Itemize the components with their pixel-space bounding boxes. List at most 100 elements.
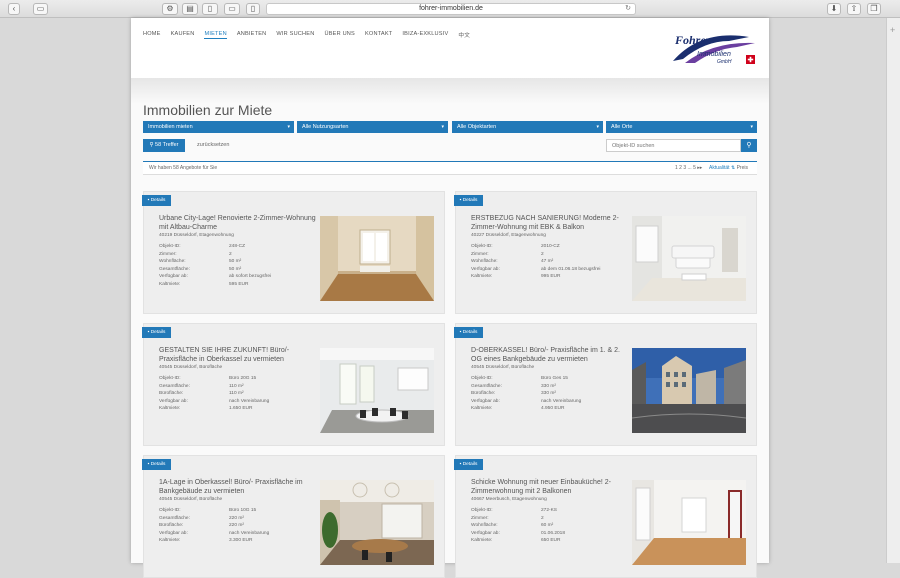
fact-row: Bürofläche: 220 m² <box>159 522 319 530</box>
nav-wir-suchen[interactable]: WIR SUCHEN <box>276 31 314 39</box>
listing-title[interactable]: Schicke Wohnung mit neuer Einbauküche! 2… <box>471 479 631 496</box>
details-label: Details <box>150 198 166 203</box>
listing-card[interactable]: ▪ Details Schicke Wohnung mit neuer Einb… <box>454 455 757 578</box>
details-label: Details <box>462 462 478 467</box>
sort-aktualitaet[interactable]: Aktualität <box>709 165 730 171</box>
fact-row: Verfügbar ab: nach Vereinbarung <box>471 398 631 406</box>
fact-row: Kaltmiete: 4.950 EUR <box>471 405 631 413</box>
fact-key: Objekt-ID: <box>159 508 181 513</box>
listing-photo[interactable] <box>632 216 746 301</box>
listing-title[interactable]: 1A-Lage in Oberkassel! Büro/- Praxisfläc… <box>159 479 319 496</box>
listing-title[interactable]: GESTALTEN SIE IHRE ZUKUNFT! Büro/- Praxi… <box>159 347 319 364</box>
fact-key: Verfügbar ab: <box>471 398 500 404</box>
fact-key: Bürofläche: <box>159 391 184 397</box>
listing-photo[interactable] <box>320 348 434 433</box>
fact-value: 330 m² <box>541 383 556 389</box>
fact-row: Objekt-ID: Büro 20G 15 <box>159 375 319 383</box>
listing-photo[interactable] <box>320 480 434 565</box>
keyboard-icon[interactable]: ▭ <box>224 3 240 15</box>
nav-kaufen[interactable]: KAUFEN <box>171 31 195 39</box>
select-ort[interactable]: Alle Orte ▾ <box>606 121 757 133</box>
new-tab-icon[interactable]: ❐ <box>867 3 881 15</box>
back-arrow-icon[interactable]: ‹ <box>8 3 20 15</box>
fact-key: Verfügbar ab: <box>159 398 188 404</box>
phone-icon[interactable]: ▯ <box>246 3 260 15</box>
listing-facts: Objekt-ID: Büro 20G 15 Gesamtfläche: 110 m… <box>159 375 319 413</box>
upload-icon[interactable]: ⇧ <box>847 3 861 15</box>
select-nutzungsart[interactable]: Alle Nutzungsarten ▾ <box>297 121 448 133</box>
sort-icon[interactable]: ⇅ <box>731 165 735 171</box>
object-id-search-input[interactable] <box>606 139 741 152</box>
reload-icon[interactable]: ↻ <box>625 4 631 14</box>
share-icon[interactable]: ⚙ <box>162 3 178 15</box>
fact-value: 60 m² <box>541 523 554 529</box>
fact-value: 50 m² <box>229 259 242 265</box>
address-bar[interactable]: fohrer-immobilien.de ↻ <box>266 3 636 15</box>
details-label: Details <box>150 462 166 467</box>
listing-card[interactable]: ▪ Details D-OBERKASSEL! Büro/- Praxisflä… <box>454 323 757 446</box>
fact-key: Wohnfläche: <box>471 523 498 529</box>
listing-card[interactable]: ▪ Details ERSTBEZUG NACH SANIERUNG! Mode… <box>454 191 757 314</box>
details-label: Details <box>150 330 166 335</box>
fact-key: Verfügbar ab: <box>471 266 500 272</box>
tabs-icon[interactable]: ▯ <box>202 3 218 15</box>
plus-icon[interactable]: + <box>890 25 895 35</box>
fact-key: Verfügbar ab: <box>159 530 188 536</box>
fact-row: Kaltmiete: 595 EUR <box>159 281 319 289</box>
listing-title[interactable]: Urbane City-Lage! Renovierte 2-Zimmer-Wo… <box>159 215 319 232</box>
fact-value: 3.300 EUR <box>229 538 253 544</box>
fact-value: 220 m² <box>229 523 244 529</box>
details-label: Details <box>462 330 478 335</box>
sort-preis[interactable]: Preis <box>737 165 748 171</box>
nav-kontakt[interactable]: KONTAKT <box>365 31 392 39</box>
select-objektart[interactable]: Alle Objektarten ▾ <box>452 121 603 133</box>
listing-title[interactable]: ERSTBEZUG NACH SANIERUNG! Moderne 2-Zimm… <box>471 215 631 232</box>
fact-row: Verfügbar ab: nach Vereinbarung <box>159 530 319 538</box>
fact-value: 995 EUR <box>541 274 561 280</box>
sidebar-icon[interactable]: ▭ <box>33 3 48 15</box>
fact-value: 2 <box>541 515 544 521</box>
details-button[interactable]: ▪ Details <box>142 195 171 206</box>
listing-photo[interactable] <box>632 348 746 433</box>
download-icon[interactable]: ⬇ <box>827 3 841 15</box>
fact-key: Objekt-ID: <box>159 244 181 249</box>
details-button[interactable]: ▪ Details <box>454 459 483 470</box>
web-page: HOME KAUFEN MIETEN ANBIETEN WIR SUCHEN Ü… <box>131 18 769 578</box>
fact-row: Objekt-ID: Büro Ges 15 <box>471 375 631 383</box>
search-icon: ⚲ <box>746 142 752 149</box>
fact-key: Kaltmiete: <box>471 274 493 280</box>
listing-title[interactable]: D-OBERKASSEL! Büro/- Praxisfläche im 1. … <box>471 347 631 364</box>
fact-row: Bürofläche: 110 m² <box>159 390 319 398</box>
details-button[interactable]: ▪ Details <box>142 327 171 338</box>
listing-photo[interactable] <box>320 216 434 301</box>
listing-card[interactable]: ▪ Details Urbane City-Lage! Renovierte 2… <box>142 191 445 314</box>
company-logo[interactable]: Fohrer Immobilien GmbH <box>671 27 761 73</box>
fact-row: Gesamtfläche: 220 m² <box>159 515 319 523</box>
fact-value: ab sofort bezugsfrei <box>229 274 272 280</box>
nav-mieten[interactable]: MIETEN <box>204 31 227 39</box>
listing-photo[interactable] <box>632 480 746 565</box>
nav-home[interactable]: HOME <box>143 31 161 39</box>
fact-row: Wohnfläche: 50 m² <box>159 258 319 266</box>
details-button[interactable]: ▪ Details <box>142 459 171 470</box>
nav-anbieten[interactable]: ANBIETEN <box>237 31 267 39</box>
listing-card[interactable]: ▪ Details 1A-Lage in Oberkassel! Büro/- … <box>142 455 445 578</box>
nav-ibiza-exklusiv[interactable]: IBIZA-EXKLUSIV <box>402 31 448 39</box>
nav-chinese[interactable]: 中文 <box>458 31 470 39</box>
details-button[interactable]: ▪ Details <box>454 327 483 338</box>
reading-icon[interactable]: ▤ <box>182 3 198 15</box>
reset-link[interactable]: zurücksetzen <box>197 139 229 152</box>
fact-row: Zimmer: 2 <box>159 251 319 259</box>
listing-card[interactable]: ▪ Details GESTALTEN SIE IHRE ZUKUNFT! Bü… <box>142 323 445 446</box>
select-vermarktungsart[interactable]: Immobilien mieten ▾ <box>143 121 294 133</box>
pagination[interactable]: 1 2 3 ... 5 ▸▸ <box>675 162 702 175</box>
details-button[interactable]: ▪ Details <box>454 195 483 206</box>
nav-ueber-uns[interactable]: ÜBER UNS <box>324 31 355 39</box>
fact-value: nach Vereinbarung <box>541 398 582 404</box>
results-bar: Wir haben 58 Angebote für Sie 1 2 3 ... … <box>143 161 757 175</box>
listing-facts: Objekt-ID: 272-KS Zimmer: 2 Wohnfläche: 60 … <box>471 507 631 545</box>
hits-button[interactable]: ⚲ 58 Treffer <box>143 139 185 152</box>
id-search-button[interactable]: ⚲ <box>741 139 757 152</box>
fact-key: Zimmer: <box>471 251 489 257</box>
fact-key: Kaltmiete: <box>471 538 493 544</box>
